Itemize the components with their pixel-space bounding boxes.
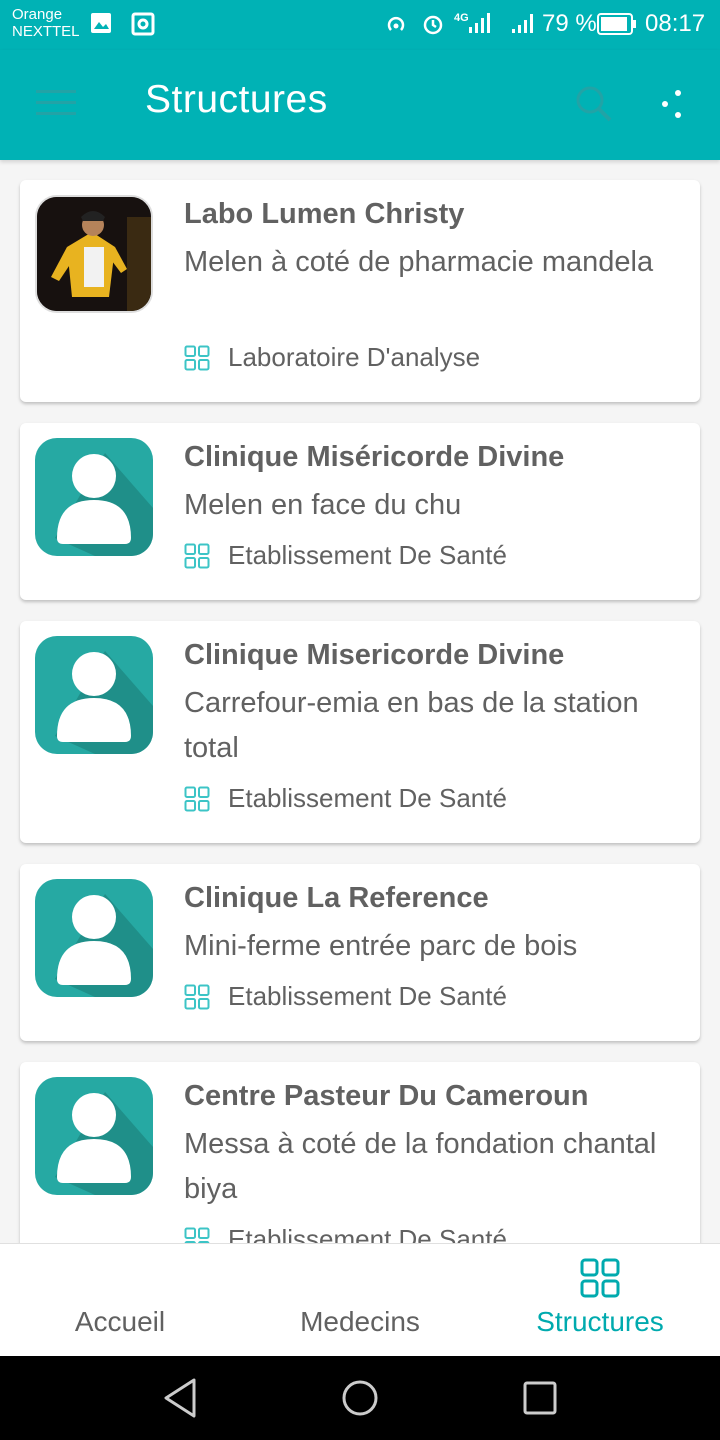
structure-name: Labo Lumen Christy: [184, 198, 465, 230]
app-bar: Structures: [0, 50, 720, 160]
battery-icon: [597, 13, 636, 35]
grid-icon: [184, 984, 210, 1010]
structure-photo: [35, 195, 153, 313]
home-icon[interactable]: [340, 1376, 380, 1420]
nav-structures[interactable]: Structures: [480, 1244, 720, 1357]
page-title: Structures: [145, 78, 328, 121]
person-icon: [35, 636, 153, 754]
battery-percent: 79 %: [542, 10, 597, 37]
clock: 08:17: [645, 10, 706, 37]
structure-address: Carrefour-emia en bas de la station tota…: [184, 687, 639, 764]
gallery-icon: [91, 13, 111, 33]
back-icon[interactable]: [160, 1376, 200, 1420]
carrier-name: Orange NEXTTEL: [12, 6, 80, 40]
menu-icon[interactable]: [36, 86, 76, 120]
structures-list[interactable]: Labo Lumen Christy Melen à coté de pharm…: [0, 160, 720, 1243]
share-icon[interactable]: [658, 88, 688, 120]
grid-icon: [184, 543, 210, 569]
structure-name: Clinique Misericorde Divine: [184, 639, 565, 671]
list-item[interactable]: Clinique Miséricorde Divine Melen en fac…: [20, 423, 700, 600]
structure-address: Messa à coté de la fondation chantal biy…: [184, 1128, 657, 1205]
nav-label: Structures: [536, 1306, 664, 1337]
list-item[interactable]: Centre Pasteur Du Cameroun Messa à coté …: [20, 1062, 700, 1243]
person-icon: [35, 438, 153, 556]
grid-icon: [184, 786, 210, 812]
status-bar: Orange NEXTTEL 4G 79 % 08:17: [0, 0, 720, 50]
network-type: 4G: [454, 12, 469, 24]
list-item[interactable]: Clinique Misericorde Divine Carrefour-em…: [20, 621, 700, 843]
grid-icon: [184, 345, 210, 371]
recents-icon[interactable]: [520, 1376, 560, 1420]
alarm-icon: [423, 15, 443, 35]
structure-address: Mini-ferme entrée parc de bois: [184, 930, 578, 962]
bottom-nav: Accueil Medecins Structures: [0, 1243, 720, 1357]
structure-name: Clinique Miséricorde Divine: [184, 441, 565, 473]
signal-icon-2: [512, 14, 533, 33]
nav-accueil[interactable]: Accueil: [0, 1244, 240, 1357]
signal-icon: [469, 13, 490, 33]
photo-thumbnail: [37, 197, 151, 311]
person-icon: [35, 879, 153, 997]
structure-address: Melen à coté de pharmacie mandela: [184, 246, 654, 278]
grid-icon: [580, 1258, 620, 1298]
structure-name: Centre Pasteur Du Cameroun: [184, 1080, 589, 1112]
grid-icon: [184, 1227, 210, 1243]
search-icon[interactable]: [574, 84, 614, 124]
system-nav-bar: [0, 1356, 720, 1440]
screenshot-icon: [131, 12, 155, 36]
list-item[interactable]: Labo Lumen Christy Melen à coté de pharm…: [20, 180, 700, 402]
list-item[interactable]: Clinique La Reference Mini-ferme entrée …: [20, 864, 700, 1041]
hotspot-icon: [387, 16, 405, 31]
structure-address: Melen en face du chu: [184, 489, 462, 521]
nav-label: Accueil: [74, 1306, 166, 1337]
nav-label: Medecins: [300, 1306, 420, 1337]
nav-medecins[interactable]: Medecins: [240, 1244, 480, 1357]
structure-name: Clinique La Reference: [184, 882, 489, 914]
person-icon: [35, 1077, 153, 1195]
